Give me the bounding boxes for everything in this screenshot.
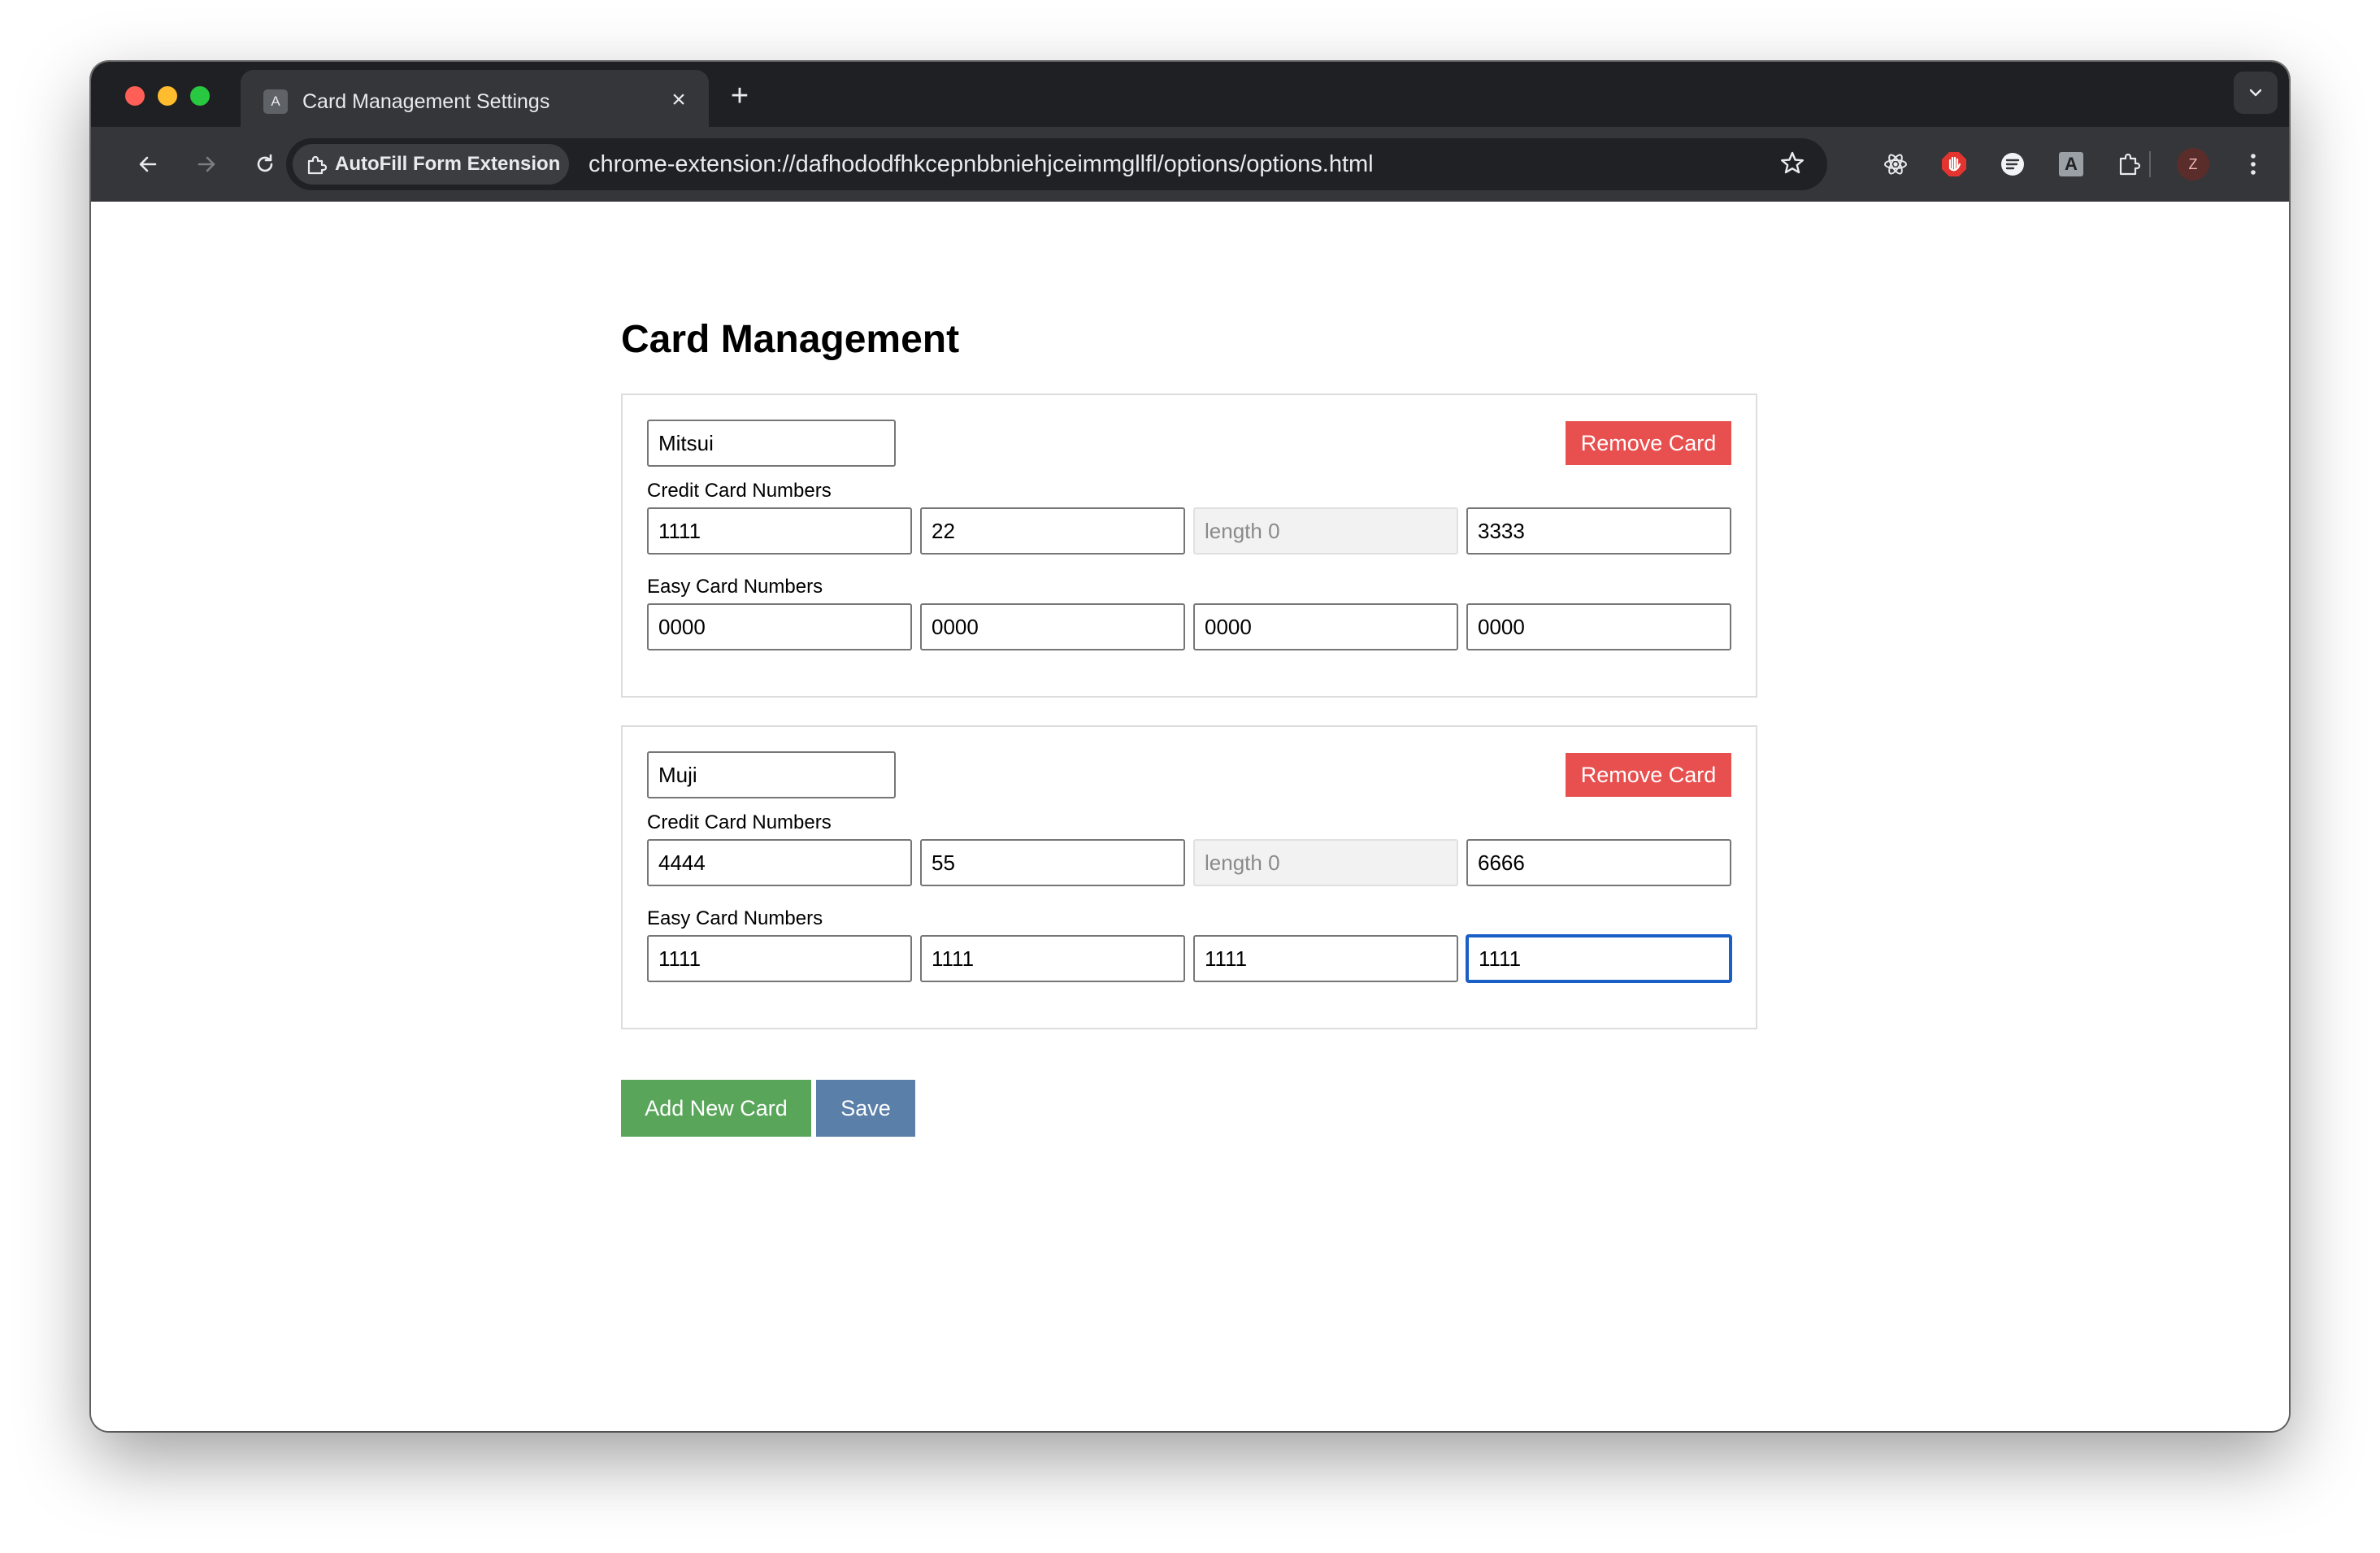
card-entry: Remove Card Credit Card Numbers Easy Car…: [621, 725, 1757, 1029]
credit-number-input[interactable]: [920, 839, 1185, 886]
hand-stop-icon: [1942, 152, 1966, 176]
puzzle-piece-icon: [307, 155, 327, 175]
credit-number-input-disabled: [1193, 839, 1458, 886]
save-button[interactable]: Save: [816, 1080, 915, 1137]
chevron-down-icon: [2249, 89, 2262, 97]
new-tab-button[interactable]: +: [722, 78, 758, 114]
credit-number-input[interactable]: [1466, 507, 1731, 555]
react-icon: [1884, 154, 1907, 175]
circle-extension[interactable]: [1991, 143, 2034, 185]
minimize-window-button[interactable]: [158, 86, 177, 106]
browser-menu-button[interactable]: [2232, 143, 2274, 185]
remove-card-button[interactable]: Remove Card: [1566, 753, 1731, 797]
profile-avatar[interactable]: Z: [2177, 148, 2209, 181]
back-arrow-icon: [139, 156, 157, 172]
page-content: Card Management Remove Card Credit Card …: [91, 202, 2289, 1431]
tab-close-icon[interactable]: ×: [663, 85, 694, 115]
forward-arrow-icon: [198, 156, 215, 172]
reload-button[interactable]: [244, 143, 286, 185]
tab-favicon-icon: A: [263, 89, 288, 114]
circle-extension-icon: [2001, 153, 2024, 176]
credit-number-input[interactable]: [920, 507, 1185, 555]
easy-number-input[interactable]: [1193, 935, 1458, 982]
easy-number-input-focused[interactable]: [1466, 935, 1731, 982]
extensions-button[interactable]: [2109, 143, 2151, 185]
react-devtools-extension[interactable]: [1874, 143, 1917, 185]
credit-number-input-disabled: [1193, 507, 1458, 555]
card-name-input[interactable]: [647, 751, 896, 798]
autofill-extension[interactable]: A: [2050, 143, 2092, 185]
site-chip-label: AutoFill Form Extension: [335, 153, 561, 175]
page-title: Card Management: [621, 318, 960, 361]
tab-card-management[interactable]: A Card Management Settings ×: [241, 70, 709, 127]
easy-number-input[interactable]: [1193, 603, 1458, 650]
letter-a-extension-icon: A: [2059, 152, 2083, 176]
credit-number-input[interactable]: [1466, 839, 1731, 886]
maximize-window-button[interactable]: [190, 86, 210, 106]
title-bar: A Card Management Settings × +: [91, 62, 2289, 127]
tab-search-button[interactable]: [2234, 72, 2278, 114]
easy-number-input[interactable]: [647, 935, 912, 982]
easy-card-numbers-label: Easy Card Numbers: [647, 576, 823, 598]
credit-card-numbers-label: Credit Card Numbers: [647, 811, 832, 833]
easy-number-input[interactable]: [920, 603, 1185, 650]
add-new-card-button[interactable]: Add New Card: [621, 1080, 811, 1137]
address-bar[interactable]: AutoFill Form Extension chrome-extension…: [286, 138, 1827, 190]
easy-number-input[interactable]: [920, 935, 1185, 982]
back-button[interactable]: [127, 143, 169, 185]
easy-card-numbers-label: Easy Card Numbers: [647, 907, 823, 929]
close-window-button[interactable]: [125, 86, 145, 106]
toolbar-divider: [2149, 151, 2151, 177]
star-icon[interactable]: [1778, 150, 1806, 177]
easy-number-input[interactable]: [1466, 603, 1731, 650]
extensions-icon: [2119, 153, 2141, 176]
browser-toolbar: AutoFill Form Extension chrome-extension…: [91, 127, 2289, 202]
easy-number-input[interactable]: [647, 603, 912, 650]
credit-number-input[interactable]: [647, 839, 912, 886]
browser-window: A Card Management Settings × + AutoFill …: [91, 62, 2289, 1431]
credit-number-input[interactable]: [647, 507, 912, 555]
tab-title: Card Management Settings: [302, 90, 550, 113]
forward-button[interactable]: [185, 143, 228, 185]
stop-extension[interactable]: [1933, 143, 1975, 185]
credit-card-numbers-label: Credit Card Numbers: [647, 480, 832, 502]
reload-icon: [257, 154, 273, 172]
remove-card-button[interactable]: Remove Card: [1566, 421, 1731, 465]
card-entry: Remove Card Credit Card Numbers Easy Car…: [621, 394, 1757, 698]
site-info-chip[interactable]: AutoFill Form Extension: [293, 144, 569, 185]
url-text[interactable]: chrome-extension://dafhododfhkcepnbbnieh…: [588, 138, 1374, 190]
kebab-menu-icon: [2251, 154, 2256, 175]
card-name-input[interactable]: [647, 420, 896, 467]
